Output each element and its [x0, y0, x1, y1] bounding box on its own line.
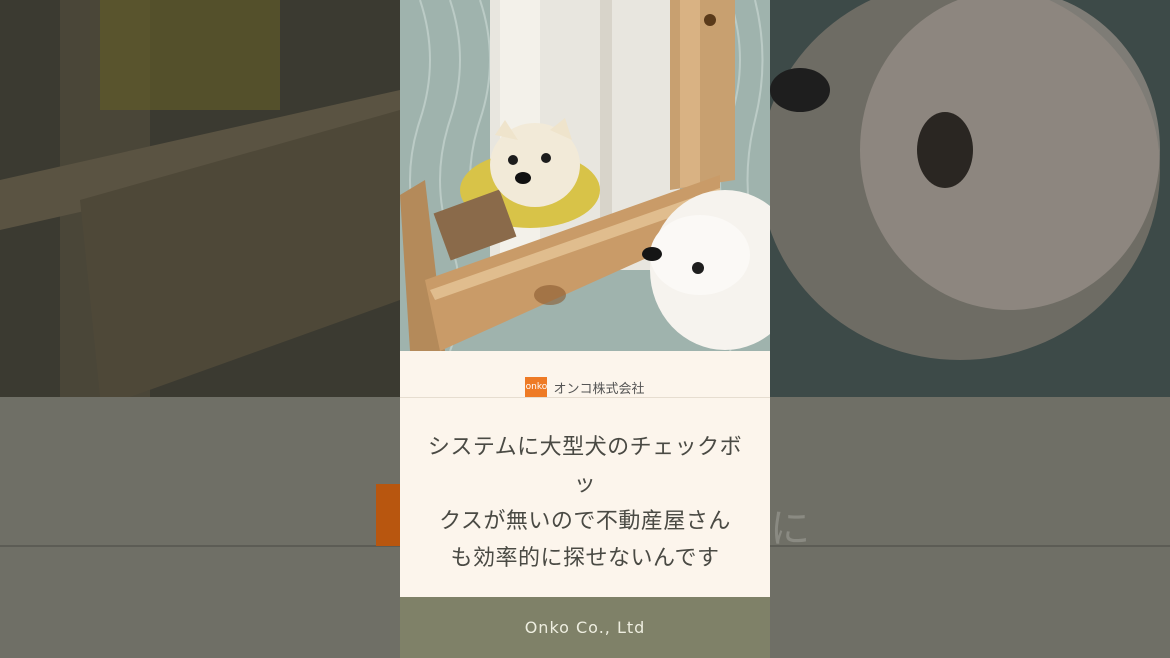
company-name-footer: Onko Co., Ltd	[524, 618, 646, 637]
blurred-orange-block	[376, 484, 402, 546]
dog-mirror-photo	[400, 0, 770, 351]
onko-logo-icon: onko	[525, 377, 548, 397]
brand-row: onko オンコ株式会社	[400, 376, 770, 398]
brand-name: オンコ株式会社	[553, 381, 645, 397]
caption-message: システムに大型犬のチェックボッ クスが無いので不動産屋さん も効率的に探せないん…	[420, 429, 750, 577]
card-divider	[400, 397, 770, 398]
caption-line: も効率的に探せないんです	[450, 546, 720, 571]
blurred-partial-text: に	[770, 506, 810, 552]
dog-mirror-illustration	[400, 0, 770, 351]
caption-line: システムに大型犬のチェックボッ	[427, 435, 743, 497]
company-footer: Onko Co., Ltd	[400, 597, 770, 658]
shorts-frame: onko オンコ株式会社 システムに大型犬のチェックボッ クスが無いので不動産屋…	[400, 0, 770, 658]
caption-card: onko オンコ株式会社 システムに大型犬のチェックボッ クスが無いので不動産屋…	[400, 351, 770, 597]
caption-line: クスが無いので不動産屋さん	[439, 509, 731, 534]
